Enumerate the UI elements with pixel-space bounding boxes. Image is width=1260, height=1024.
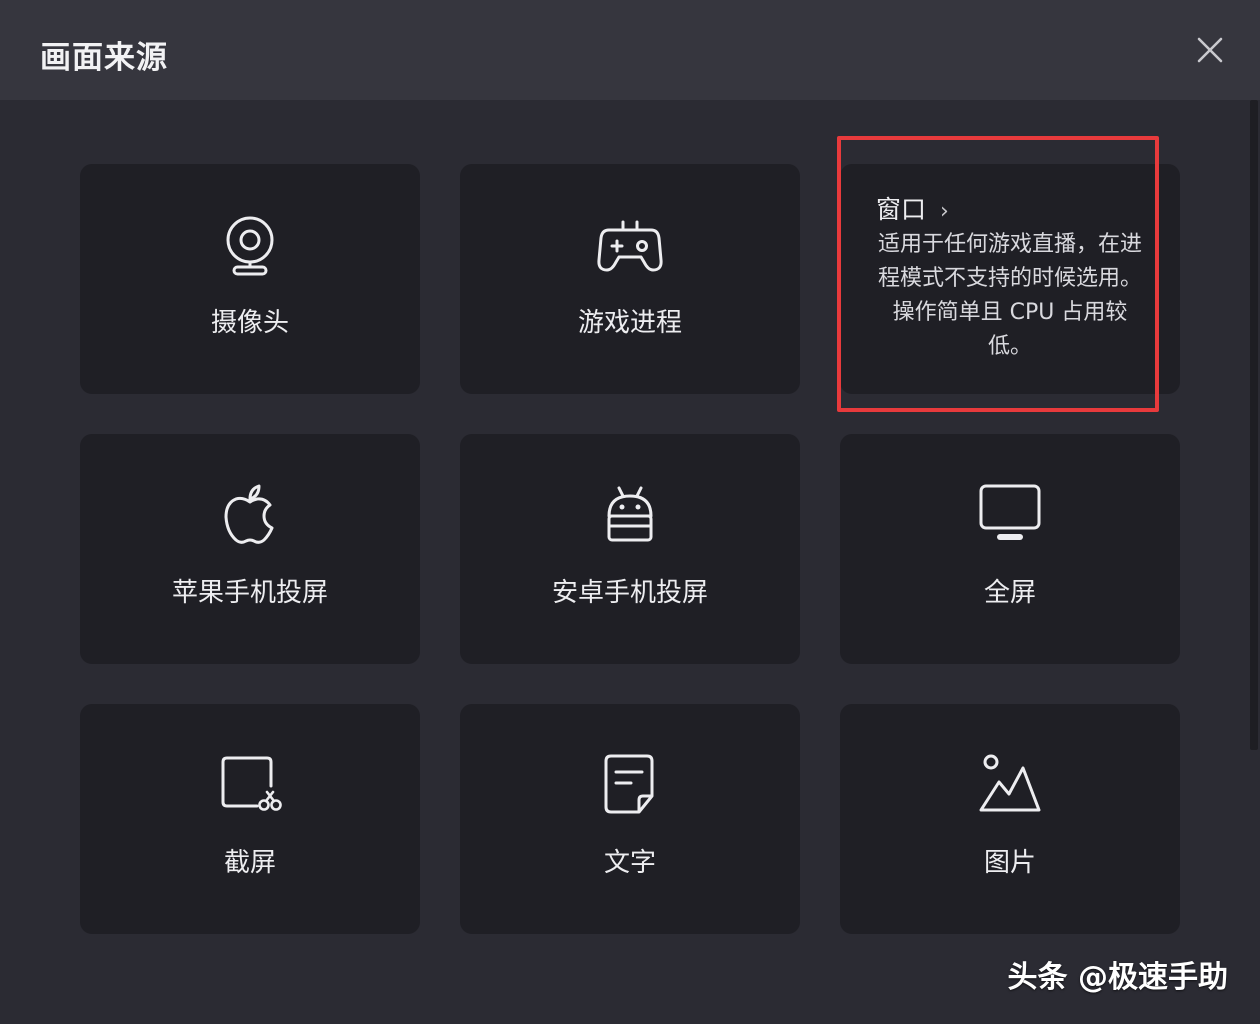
source-grid: 摄像头 游戏进程 窗口 › 适用于任何游戏直播，在进程模式不支持的时候选用。操作… <box>80 164 1180 934</box>
tile-label: 安卓手机投屏 <box>551 578 708 608</box>
source-tile-text[interactable]: 文字 <box>460 704 800 934</box>
tile-label: 文字 <box>603 848 656 878</box>
tile-label: 全屏 <box>983 578 1036 608</box>
tile-label: 截屏 <box>223 848 276 878</box>
window-tile-header: 窗口 › <box>876 190 949 226</box>
source-dialog: 画面来源 摄像头 游戏进程 窗口 › 适用于任何游戏直播，在进程模式不支持的时候… <box>0 0 1260 1024</box>
source-tile-image[interactable]: 图片 <box>840 704 1180 934</box>
scrollbar[interactable] <box>1248 100 1260 755</box>
tile-label: 游戏进程 <box>577 308 682 338</box>
tile-label: 苹果手机投屏 <box>171 578 328 608</box>
close-icon <box>1197 37 1223 63</box>
close-button[interactable] <box>1194 34 1226 66</box>
source-tile-game-process[interactable]: 游戏进程 <box>460 164 800 394</box>
apple-icon <box>217 482 283 548</box>
watermark: 头条 @极速手助 <box>1007 960 1228 995</box>
tile-label: 窗口 <box>876 195 927 224</box>
source-tile-fullscreen[interactable]: 全屏 <box>840 434 1180 664</box>
gamepad-icon <box>597 212 663 278</box>
dialog-header: 画面来源 <box>0 0 1260 100</box>
source-tile-window[interactable]: 窗口 › 适用于任何游戏直播，在进程模式不支持的时候选用。操作简单且 CPU 占用… <box>840 164 1180 394</box>
tile-label: 图片 <box>983 848 1036 878</box>
text-document-icon <box>597 752 663 818</box>
scrollbar-thumb[interactable] <box>1250 100 1258 750</box>
dialog-title: 画面来源 <box>40 40 168 76</box>
monitor-icon <box>977 482 1043 548</box>
window-tile-description: 适用于任何游戏直播，在进程模式不支持的时候选用。操作简单且 CPU 占用较低。 <box>877 232 1142 359</box>
image-icon <box>977 752 1043 818</box>
source-tile-webcam[interactable]: 摄像头 <box>80 164 420 394</box>
screenshot-icon <box>217 752 283 818</box>
source-tile-iphone-cast[interactable]: 苹果手机投屏 <box>80 434 420 664</box>
webcam-icon <box>217 212 283 278</box>
source-tile-android-cast[interactable]: 安卓手机投屏 <box>460 434 800 664</box>
tile-label: 摄像头 <box>210 308 289 338</box>
source-tile-screenshot[interactable]: 截屏 <box>80 704 420 934</box>
chevron-right-icon: › <box>940 199 949 224</box>
android-icon <box>597 482 663 548</box>
